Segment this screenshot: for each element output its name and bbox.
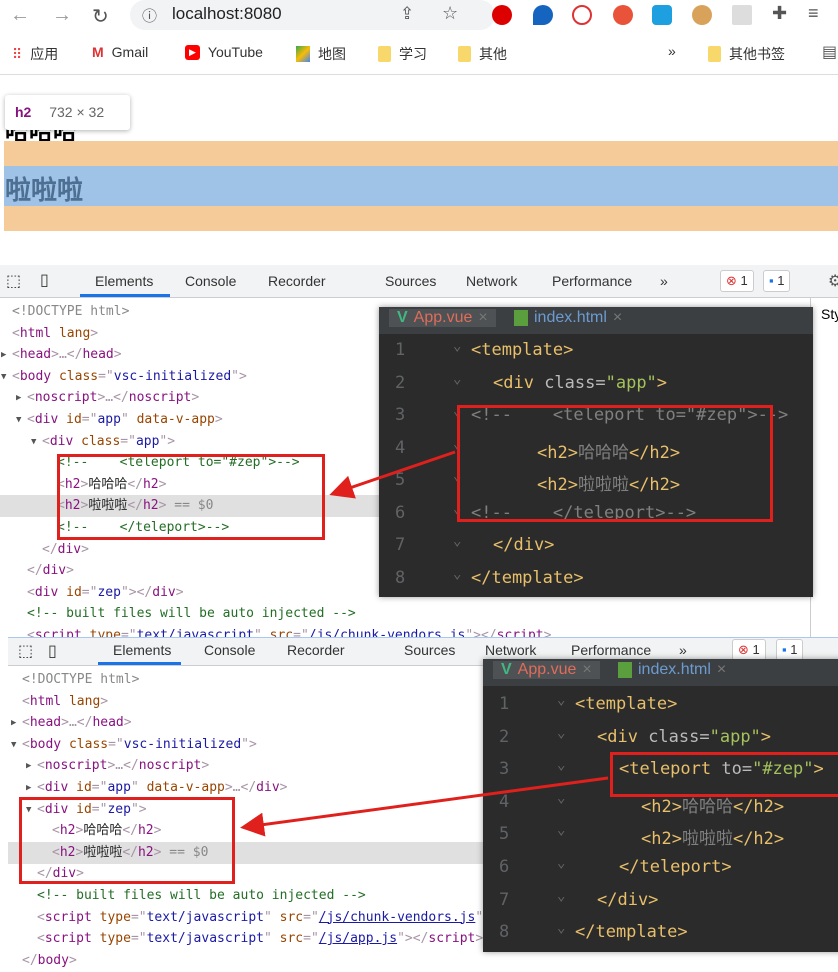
annotation-arrows [240,450,609,837]
arrow-code-to-dom-before [329,450,456,499]
tooltip-size: 732 × 32 [49,104,105,120]
tooltip-tag: h2 [15,104,32,120]
arrow-code-to-dom-after [240,776,609,837]
inspect-tooltip: h2 732 × 32 [5,95,130,130]
